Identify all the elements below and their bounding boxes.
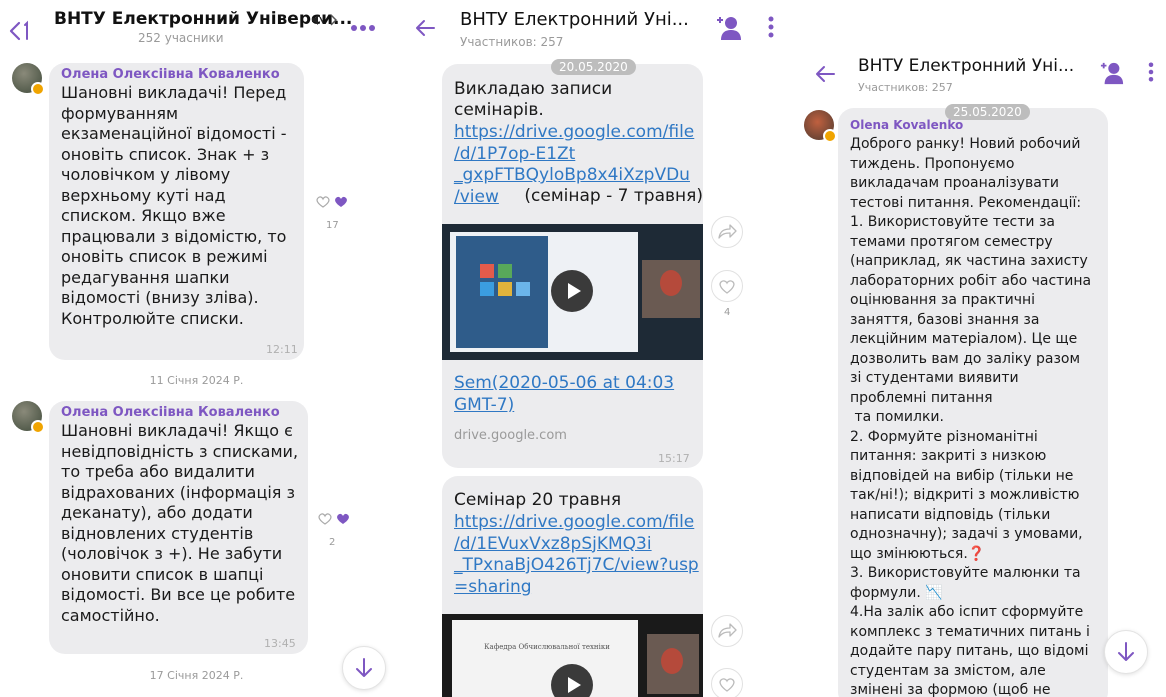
chat-header: ВНТУ Електронний Уні... Участников: 257	[790, 48, 1166, 100]
chevron-right-icon[interactable]	[329, 14, 337, 26]
message-link[interactable]: https://drive.google.com/file /d/1EVuxVx…	[454, 512, 699, 598]
like-button[interactable]	[711, 270, 743, 302]
chat-panel-left: ВНТУ Електронний Універси... 252 учасник…	[0, 0, 393, 697]
share-icon	[718, 623, 737, 638]
heart-filled-icon	[335, 196, 347, 207]
play-icon	[568, 677, 581, 693]
arrow-down-icon	[356, 658, 372, 677]
share-button[interactable]	[711, 615, 743, 647]
message-text: Доброго ранку! Новий робочий тиждень. Пр…	[850, 136, 1092, 697]
play-button[interactable]	[551, 270, 593, 312]
back-arrow-icon[interactable]	[814, 64, 836, 84]
message-sender: Олена Олексіівна Коваленко	[61, 67, 280, 82]
video-webcam	[642, 260, 700, 318]
chat-participants: Участников: 257	[460, 35, 564, 49]
message-link-suffix: (семінар - 7 травня)	[519, 186, 703, 206]
message-sender: Олена Олексіівна Коваленко	[61, 405, 280, 420]
message-text: Викладаю записи семінарів.	[454, 79, 613, 120]
chat-header: ВНТУ Електронний Універси... 252 учасник…	[0, 0, 393, 50]
share-icon	[718, 224, 737, 239]
video-preview[interactable]: Кафедра Обчислювальної техніки	[442, 614, 703, 697]
play-icon	[568, 283, 581, 299]
add-participant-icon[interactable]	[1100, 60, 1124, 86]
message-text: Шановні викладачі! Перед формуванням екз…	[61, 83, 287, 328]
share-button[interactable]	[711, 216, 743, 248]
avatar[interactable]	[12, 63, 45, 96]
chat-panel-right: ВНТУ Електронний Уні... Участников: 257 …	[790, 0, 1166, 697]
chat-participants: Участников: 257	[858, 81, 953, 94]
video-preview[interactable]	[442, 224, 703, 360]
avatar[interactable]	[804, 110, 837, 143]
more-vertical-icon[interactable]	[768, 16, 774, 38]
message-sender: Olena Kovalenko	[850, 118, 964, 132]
like-count: 2	[329, 537, 336, 548]
avatar[interactable]	[12, 401, 45, 434]
date-badge: 20.05.2020	[551, 59, 636, 75]
like-count: 17	[326, 220, 339, 231]
add-participant-icon[interactable]	[716, 14, 742, 42]
video-screen	[452, 620, 638, 697]
arrow-down-icon	[1118, 642, 1134, 661]
scroll-down-button[interactable]	[342, 646, 386, 690]
chat-panel-middle: ВНТУ Електронний Уні... Участников: 257 …	[396, 0, 774, 697]
heart-filled-icon	[337, 513, 349, 524]
heart-outline-icon[interactable]	[316, 196, 330, 208]
date-separator: 11 Січня 2024 Р.	[149, 374, 244, 387]
heart-outline-icon	[719, 280, 735, 294]
message-text: Семінар 20 травня	[454, 490, 622, 510]
back-arrow-icon[interactable]	[414, 18, 436, 38]
chat-header: ВНТУ Електронний Уні... Участников: 257	[396, 0, 774, 50]
like-count: 4	[724, 307, 731, 318]
video-file-title[interactable]: Sem(2020-05-06 at 04:03 GMT-7)	[454, 373, 699, 416]
muted-icon	[312, 15, 324, 25]
more-icon[interactable]	[350, 24, 376, 32]
message-time: 13:45	[264, 637, 296, 650]
heart-outline-icon[interactable]	[318, 513, 332, 525]
message-text: Шановні викладачі! Якщо є невідповідніст…	[61, 421, 299, 625]
message-time: 15:17	[658, 452, 690, 465]
scroll-down-button[interactable]	[1104, 630, 1148, 674]
date-separator: 17 Січня 2024 Р.	[149, 669, 244, 682]
chat-title[interactable]: ВНТУ Електронний Уні...	[858, 56, 1074, 76]
chat-title[interactable]: ВНТУ Електронний Уні...	[460, 9, 689, 30]
video-caption: Кафедра Обчислювальної техніки	[484, 643, 610, 651]
heart-outline-icon	[719, 678, 735, 692]
message-time: 12:11	[266, 343, 298, 356]
chat-participants: 252 учасники	[138, 31, 224, 45]
back-icon[interactable]	[8, 19, 34, 43]
more-vertical-icon[interactable]	[1148, 62, 1154, 82]
link-domain: drive.google.com	[454, 428, 567, 443]
like-button[interactable]	[711, 668, 743, 697]
chat-title[interactable]: ВНТУ Електронний Універси...	[54, 9, 352, 29]
play-button[interactable]	[551, 664, 593, 697]
